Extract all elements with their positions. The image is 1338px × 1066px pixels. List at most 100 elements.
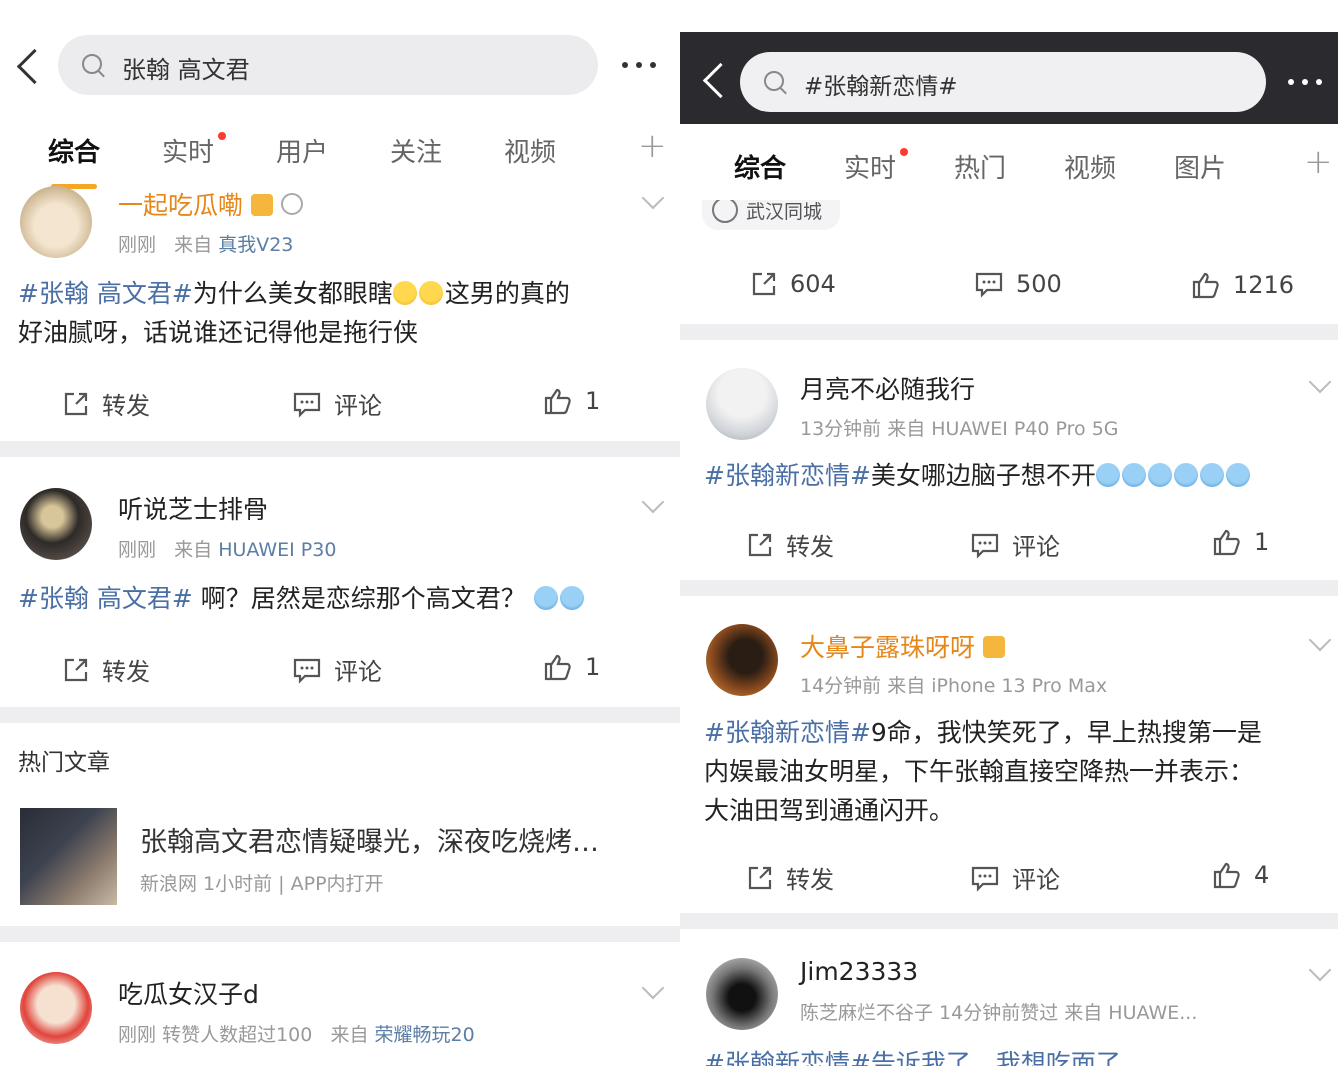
repost-button[interactable]: 转发: [746, 860, 834, 895]
avatar[interactable]: [20, 186, 92, 258]
tab-label: 热门: [954, 154, 1007, 184]
divider: [680, 913, 1338, 929]
action-bar: 转发 评论 1: [0, 652, 680, 692]
tab-label: 综合: [48, 138, 101, 168]
repost-button[interactable]: 转发: [62, 386, 150, 421]
username[interactable]: Jim23333: [800, 957, 918, 986]
location-icon: [712, 200, 738, 223]
divider: [0, 926, 680, 942]
comment-icon: [971, 533, 999, 559]
username[interactable]: 一起吃瓜嘞: [118, 186, 304, 222]
comment-button[interactable]: 评论: [292, 386, 382, 421]
location-label: 武汉同城: [746, 200, 823, 223]
tab-hot[interactable]: 热门: [954, 148, 1006, 185]
avatar[interactable]: [706, 958, 778, 1030]
tab-label: 实时: [844, 154, 897, 184]
avatar[interactable]: [706, 368, 778, 440]
post-meta: 刚刚 来自 HUAWEI P30: [118, 539, 337, 561]
comment-button[interactable]: 评论: [292, 652, 382, 687]
action-bar: 604 500 1216: [680, 270, 1338, 310]
tab-realtime[interactable]: 实时: [162, 132, 227, 169]
repost-button[interactable]: 转发: [62, 652, 150, 687]
back-icon[interactable]: [702, 62, 739, 99]
avatar[interactable]: [706, 624, 778, 696]
search-query: #张翰新恋情#: [804, 74, 958, 100]
tab-images[interactable]: 图片: [1174, 148, 1226, 185]
source-link[interactable]: 真我V23: [218, 234, 293, 256]
hashtag[interactable]: #张翰 高文君#: [18, 584, 193, 613]
hashtag[interactable]: #张翰 高文君#: [18, 279, 193, 308]
like-icon: [1192, 272, 1219, 299]
source-link[interactable]: HUAWEI P30: [218, 539, 336, 561]
tab-video[interactable]: 视频: [504, 132, 556, 169]
chevron-down-icon[interactable]: [641, 186, 665, 210]
repost-icon: [748, 866, 772, 889]
hashtag[interactable]: #张翰新恋情#: [704, 718, 871, 747]
username[interactable]: 大鼻子露珠呀呀: [800, 628, 1006, 664]
article-title[interactable]: 张翰高文君恋情疑曝光，深夜吃烧烤…: [140, 820, 599, 859]
source-link[interactable]: 荣耀畅玩20: [375, 1024, 475, 1046]
crown-icon: [251, 194, 274, 216]
tab-video[interactable]: 视频: [1064, 148, 1116, 185]
avatar[interactable]: [20, 488, 92, 560]
more-icon[interactable]: [1288, 79, 1322, 85]
comment-icon: [293, 658, 321, 684]
medal-icon: [281, 193, 304, 215]
shocked-emoji-icon: [1147, 463, 1172, 487]
divider: [680, 580, 1338, 596]
like-button[interactable]: 1216: [1191, 270, 1294, 300]
tab-comprehensive[interactable]: 综合: [48, 132, 101, 189]
username[interactable]: 月亮不必随我行: [800, 370, 975, 406]
post-meta: 陈芝麻烂不谷子 14分钟前赞过 来自 HUAWE...: [800, 1002, 1198, 1024]
right-screenshot: #张翰新恋情# 综合 实时 热门 视频 图片 + 武汉同城 604 500 12…: [680, 0, 1338, 1066]
like-button[interactable]: 1: [543, 652, 600, 682]
divider: [680, 324, 1338, 340]
tab-users[interactable]: 用户: [276, 132, 328, 169]
post-text: #张翰新恋情#美女哪边脑子想不开: [704, 456, 1334, 495]
add-tab-icon[interactable]: +: [638, 126, 667, 166]
post-text: #张翰 高文君#为什么美女都眼瞎 这男的真的 好油腻呀，话说谁还记得他是拖行侠: [18, 279, 570, 347]
article-meta: 新浪网 1小时前 | APP内打开: [140, 873, 384, 895]
like-icon: [544, 388, 571, 415]
location-chip[interactable]: 武汉同城: [702, 200, 841, 230]
like-button[interactable]: 1: [543, 386, 600, 416]
comment-button[interactable]: 500: [974, 270, 1062, 298]
chevron-down-icon[interactable]: [1308, 370, 1332, 394]
article-thumbnail[interactable]: [20, 808, 117, 905]
tab-label: 视频: [504, 138, 557, 168]
tab-bar: 综合 实时 热门 视频 图片 +: [680, 124, 1338, 205]
laugh-emoji-icon: [418, 281, 443, 305]
chevron-down-icon[interactable]: [641, 976, 665, 1000]
username[interactable]: 吃瓜女汉子d: [118, 975, 259, 1011]
repost-icon: [64, 392, 88, 415]
repost-button[interactable]: 转发: [746, 527, 834, 562]
repost-button[interactable]: 604: [750, 270, 836, 298]
chevron-down-icon[interactable]: [1308, 628, 1332, 652]
more-icon[interactable]: [622, 62, 656, 68]
shocked-emoji-icon: [1199, 463, 1224, 487]
tab-label: 图片: [1174, 154, 1227, 184]
section-heading: 热门文章: [18, 750, 110, 776]
add-tab-icon[interactable]: +: [1304, 142, 1333, 182]
like-button[interactable]: 4: [1212, 860, 1269, 890]
divider: [0, 707, 680, 723]
post-text: #张翰 高文君# 啊？居然是恋综那个高文君？: [18, 579, 668, 618]
search-bar[interactable]: 张翰 高文君: [58, 35, 598, 95]
back-icon[interactable]: [16, 48, 53, 85]
comment-button[interactable]: 评论: [970, 527, 1060, 562]
like-button[interactable]: 1: [1212, 527, 1269, 557]
avatar[interactable]: [20, 972, 92, 1044]
action-bar: 转发 评论 1: [680, 527, 1338, 567]
tab-following[interactable]: 关注: [390, 132, 442, 169]
hashtag[interactable]: #张翰新恋情#: [704, 461, 871, 490]
chevron-down-icon[interactable]: [641, 490, 665, 514]
comment-button[interactable]: 评论: [970, 860, 1060, 895]
tab-realtime[interactable]: 实时: [844, 148, 909, 185]
username[interactable]: 听说芝士排骨: [118, 490, 268, 526]
tab-label: 实时: [162, 138, 215, 168]
tab-label: 综合: [734, 154, 787, 184]
search-bar[interactable]: #张翰新恋情#: [740, 52, 1266, 112]
tab-comprehensive[interactable]: 综合: [734, 148, 787, 205]
shocked-emoji-icon: [1225, 463, 1250, 487]
chevron-down-icon[interactable]: [1308, 958, 1332, 982]
